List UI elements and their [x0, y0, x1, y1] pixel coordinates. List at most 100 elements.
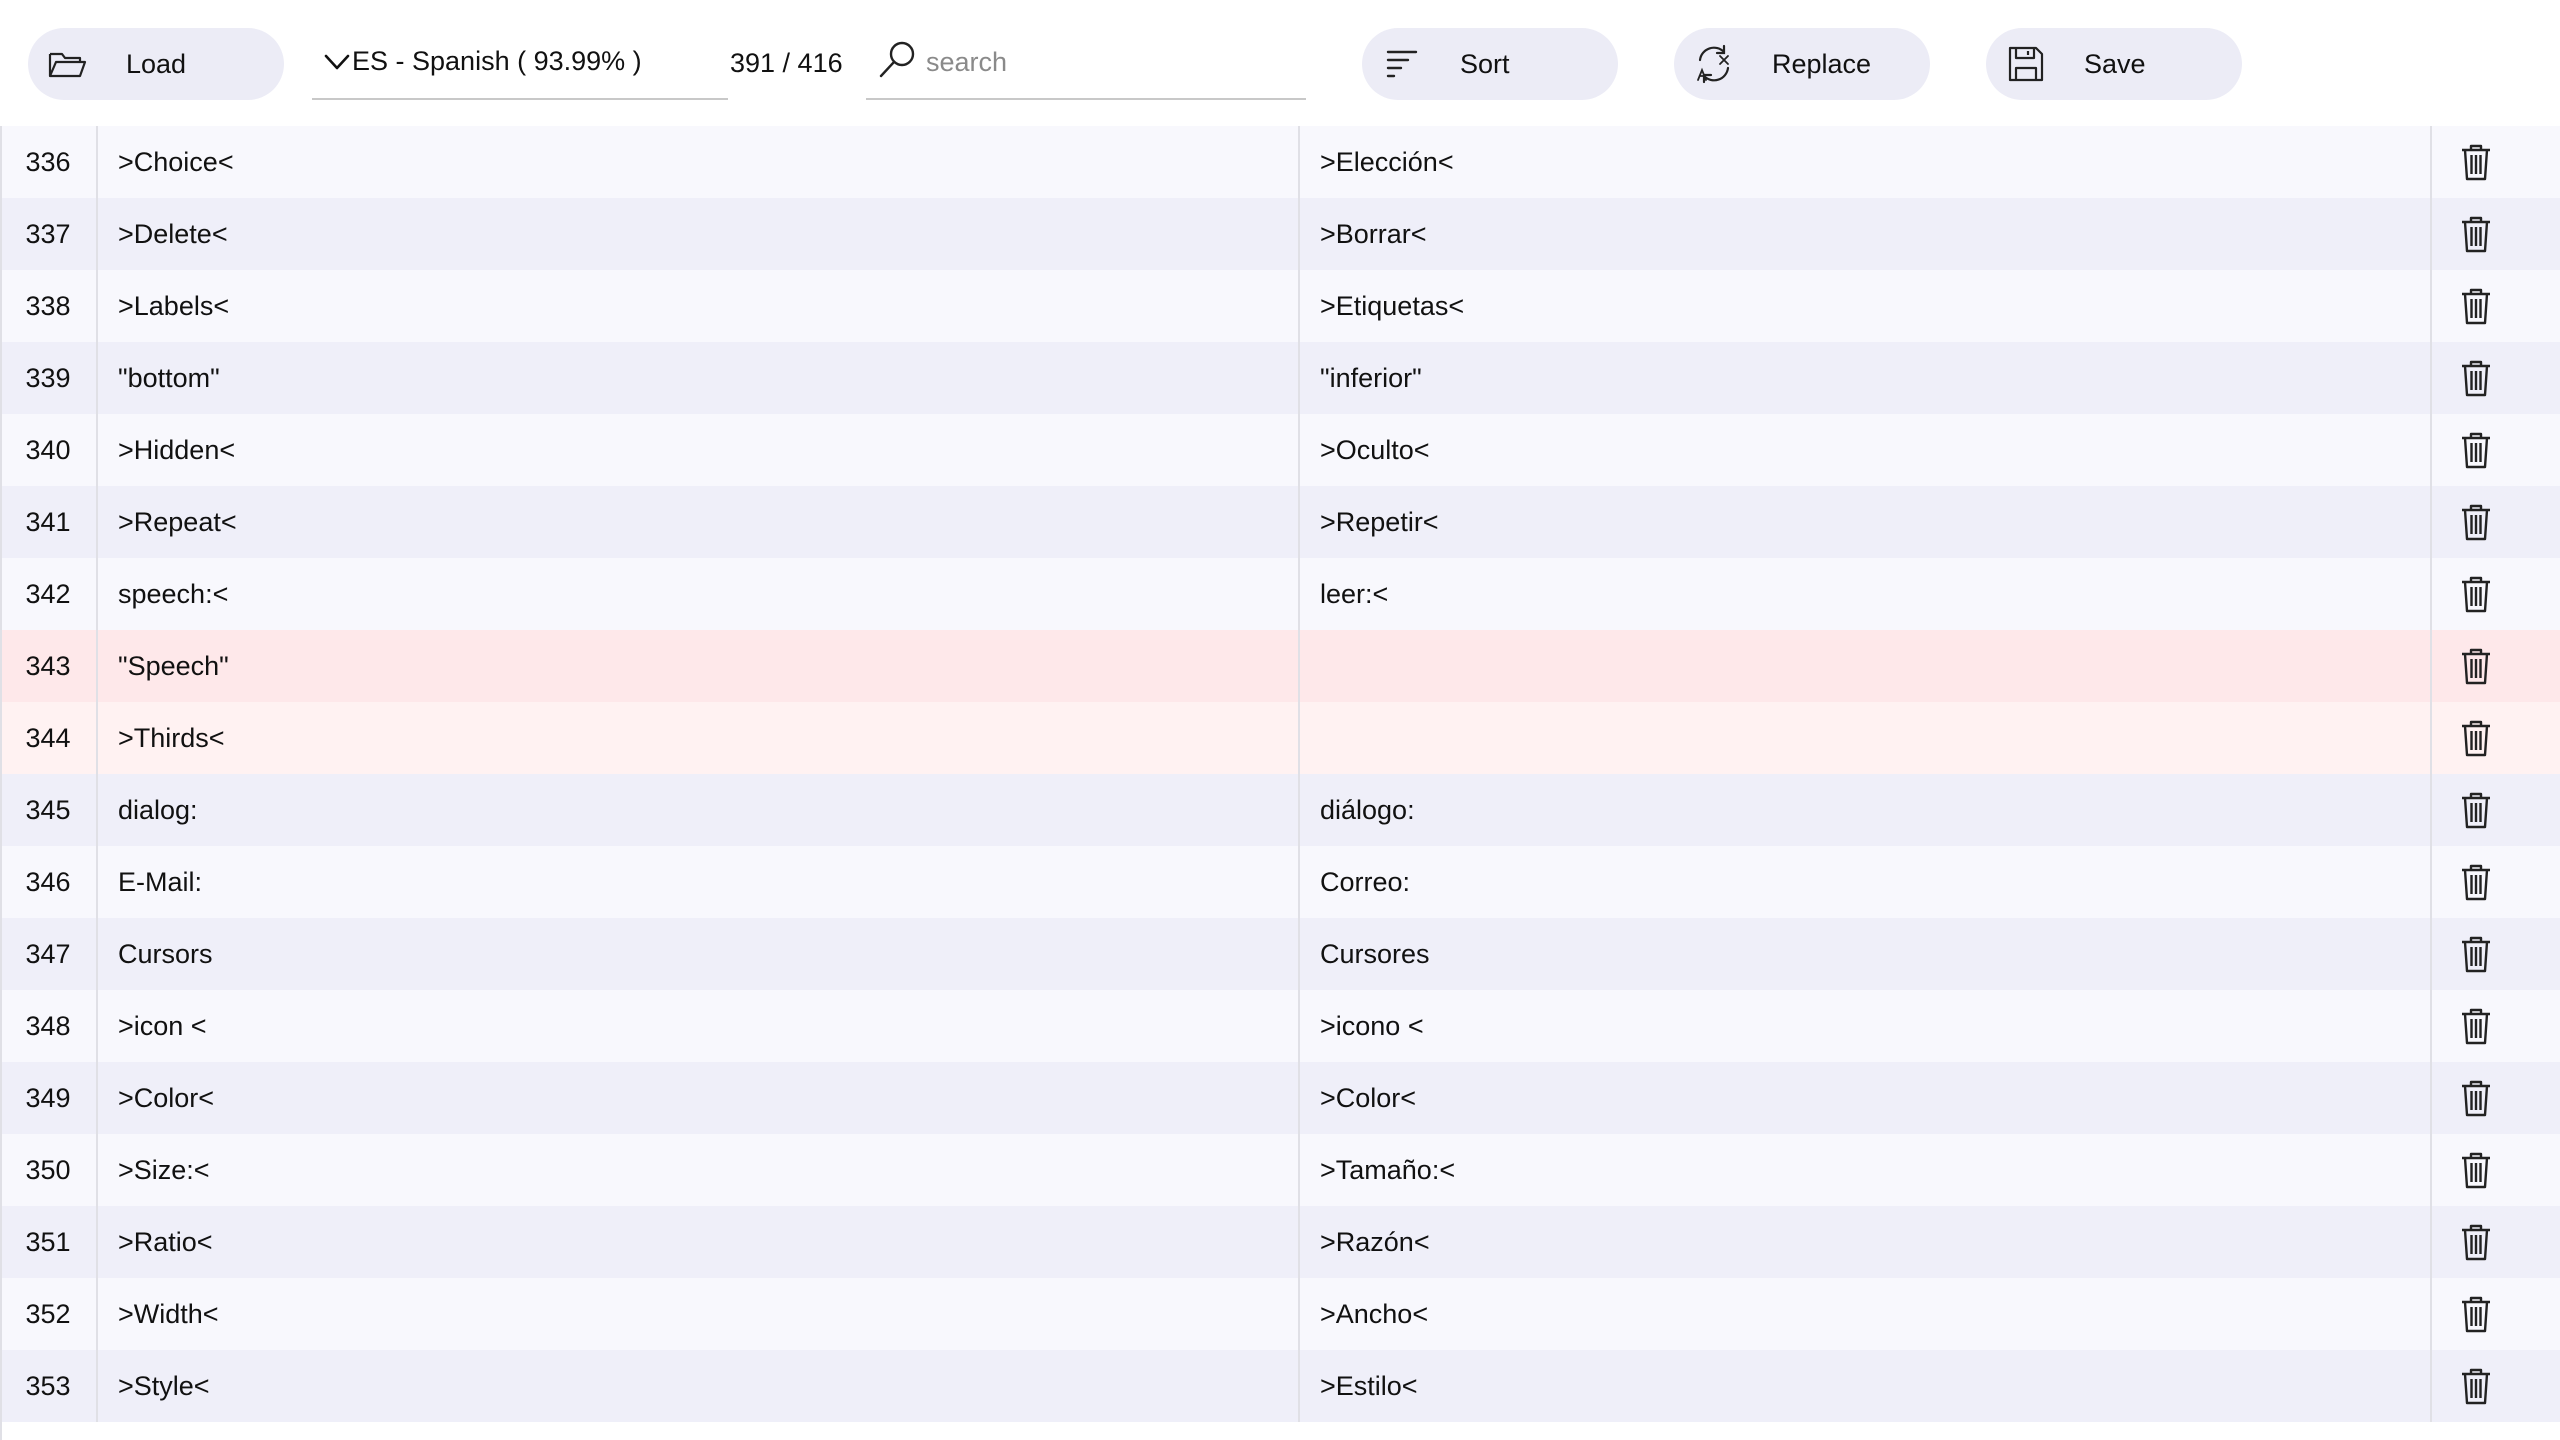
trash-icon — [2462, 504, 2490, 541]
translation-text: >Tamaño:< — [1320, 1155, 1456, 1185]
translation-text: >Oculto< — [1320, 435, 1430, 465]
translation-cell[interactable]: Correo: — [1300, 846, 2432, 918]
table-row: 344 >Thirds< — [0, 702, 2560, 774]
row-number: 350 — [0, 1134, 98, 1206]
source-text-cell[interactable]: >Delete< — [98, 198, 1300, 270]
source-text: >Size:< — [118, 1155, 210, 1185]
translation-text: >Borrar< — [1320, 219, 1427, 249]
translation-text: >Repetir< — [1320, 507, 1439, 537]
table-row: 349 >Color< >Color< — [0, 1062, 2560, 1134]
translation-cell[interactable]: >Etiquetas< — [1300, 270, 2432, 342]
source-text-cell[interactable]: >Choice< — [98, 126, 1300, 198]
source-text: >Ratio< — [118, 1227, 213, 1257]
row-number: 352 — [0, 1278, 98, 1350]
translation-cell[interactable] — [1300, 702, 2432, 774]
row-number: 348 — [0, 990, 98, 1062]
source-text-cell[interactable]: >Width< — [98, 1278, 1300, 1350]
source-text-cell[interactable]: E-Mail: — [98, 846, 1300, 918]
translation-cell[interactable]: >Color< — [1300, 1062, 2432, 1134]
delete-row-button[interactable] — [2432, 1278, 2560, 1350]
translation-cell[interactable]: "inferior" — [1300, 342, 2432, 414]
sort-button[interactable]: Sort — [1362, 28, 1618, 100]
table-row: 341 >Repeat< >Repetir< — [0, 486, 2560, 558]
delete-row-button[interactable] — [2432, 846, 2560, 918]
save-button[interactable]: Save — [1986, 28, 2242, 100]
translation-text: >Etiquetas< — [1320, 291, 1465, 321]
delete-row-button[interactable] — [2432, 990, 2560, 1062]
toolbar: Load ES - Spanish ( 93.99% ) 391 / 416 s… — [0, 0, 2560, 126]
source-text-cell[interactable]: >Hidden< — [98, 414, 1300, 486]
translation-cell[interactable]: >Tamaño:< — [1300, 1134, 2432, 1206]
source-text: Cursors — [118, 939, 213, 969]
delete-row-button[interactable] — [2432, 918, 2560, 990]
translation-cell[interactable]: diálogo: — [1300, 774, 2432, 846]
load-button[interactable]: Load — [28, 28, 284, 100]
source-text-cell[interactable]: >Labels< — [98, 270, 1300, 342]
row-number: 336 — [0, 126, 98, 198]
language-select[interactable]: ES - Spanish ( 93.99% ) — [312, 28, 728, 100]
load-label: Load — [126, 49, 187, 79]
translation-cell[interactable]: >Razón< — [1300, 1206, 2432, 1278]
source-text-cell[interactable]: >Thirds< — [98, 702, 1300, 774]
table-row: 340 >Hidden< >Oculto< — [0, 414, 2560, 486]
translation-text: >Estilo< — [1320, 1371, 1418, 1401]
translation-cell[interactable]: >Repetir< — [1300, 486, 2432, 558]
translation-text: Cursores — [1320, 939, 1430, 969]
translation-text: >Elección< — [1320, 147, 1454, 177]
delete-row-button[interactable] — [2432, 1062, 2560, 1134]
trash-icon — [2462, 360, 2490, 397]
trash-icon — [2462, 432, 2490, 469]
replace-label: Replace — [1772, 49, 1872, 79]
source-text: >Hidden< — [118, 435, 236, 465]
delete-row-button[interactable] — [2432, 486, 2560, 558]
source-text-cell[interactable]: >Size:< — [98, 1134, 1300, 1206]
source-text-cell[interactable]: >icon < — [98, 990, 1300, 1062]
delete-row-button[interactable] — [2432, 1206, 2560, 1278]
translation-cell[interactable] — [1300, 630, 2432, 702]
row-number: 345 — [0, 774, 98, 846]
delete-row-button[interactable] — [2432, 414, 2560, 486]
source-text-cell[interactable]: >Repeat< — [98, 486, 1300, 558]
translation-cell[interactable]: Cursores — [1300, 918, 2432, 990]
delete-row-button[interactable] — [2432, 126, 2560, 198]
translation-text: "inferior" — [1320, 363, 1422, 393]
source-text-cell[interactable]: >Style< — [98, 1350, 1300, 1422]
table-row: 342 speech:< leer:< — [0, 558, 2560, 630]
delete-row-button[interactable] — [2432, 270, 2560, 342]
row-number: 343 — [0, 630, 98, 702]
translation-cell[interactable]: >Estilo< — [1300, 1350, 2432, 1422]
trash-icon — [2462, 648, 2490, 685]
source-text-cell[interactable]: dialog: — [98, 774, 1300, 846]
translation-cell[interactable]: >Borrar< — [1300, 198, 2432, 270]
row-number: 347 — [0, 918, 98, 990]
table-row: 339 "bottom" "inferior" — [0, 342, 2560, 414]
delete-row-button[interactable] — [2432, 1134, 2560, 1206]
source-text-cell[interactable]: "bottom" — [98, 342, 1300, 414]
source-text-cell[interactable]: speech:< — [98, 558, 1300, 630]
translation-text: >Color< — [1320, 1083, 1417, 1113]
delete-row-button[interactable] — [2432, 702, 2560, 774]
delete-row-button[interactable] — [2432, 558, 2560, 630]
source-text-cell[interactable]: Cursors — [98, 918, 1300, 990]
replace-button[interactable]: Replace — [1674, 28, 1930, 100]
source-text-cell[interactable]: "Speech" — [98, 630, 1300, 702]
search-input[interactable] — [926, 44, 1296, 80]
delete-row-button[interactable] — [2432, 342, 2560, 414]
trash-icon — [2462, 864, 2490, 901]
row-number: 342 — [0, 558, 98, 630]
delete-row-button[interactable] — [2432, 774, 2560, 846]
translation-cell[interactable]: >Oculto< — [1300, 414, 2432, 486]
trash-icon — [2462, 1080, 2490, 1117]
delete-row-button[interactable] — [2432, 198, 2560, 270]
translation-cell[interactable]: leer:< — [1300, 558, 2432, 630]
trash-icon — [2462, 936, 2490, 973]
delete-row-button[interactable] — [2432, 1350, 2560, 1422]
translation-cell[interactable]: >Elección< — [1300, 126, 2432, 198]
translation-cell[interactable]: >icono < — [1300, 990, 2432, 1062]
source-text: >Repeat< — [118, 507, 237, 537]
source-text-cell[interactable]: >Color< — [98, 1062, 1300, 1134]
translation-cell[interactable]: >Ancho< — [1300, 1278, 2432, 1350]
delete-row-button[interactable] — [2432, 630, 2560, 702]
source-text-cell[interactable]: >Ratio< — [98, 1206, 1300, 1278]
table-row: 346 E-Mail: Correo: — [0, 846, 2560, 918]
